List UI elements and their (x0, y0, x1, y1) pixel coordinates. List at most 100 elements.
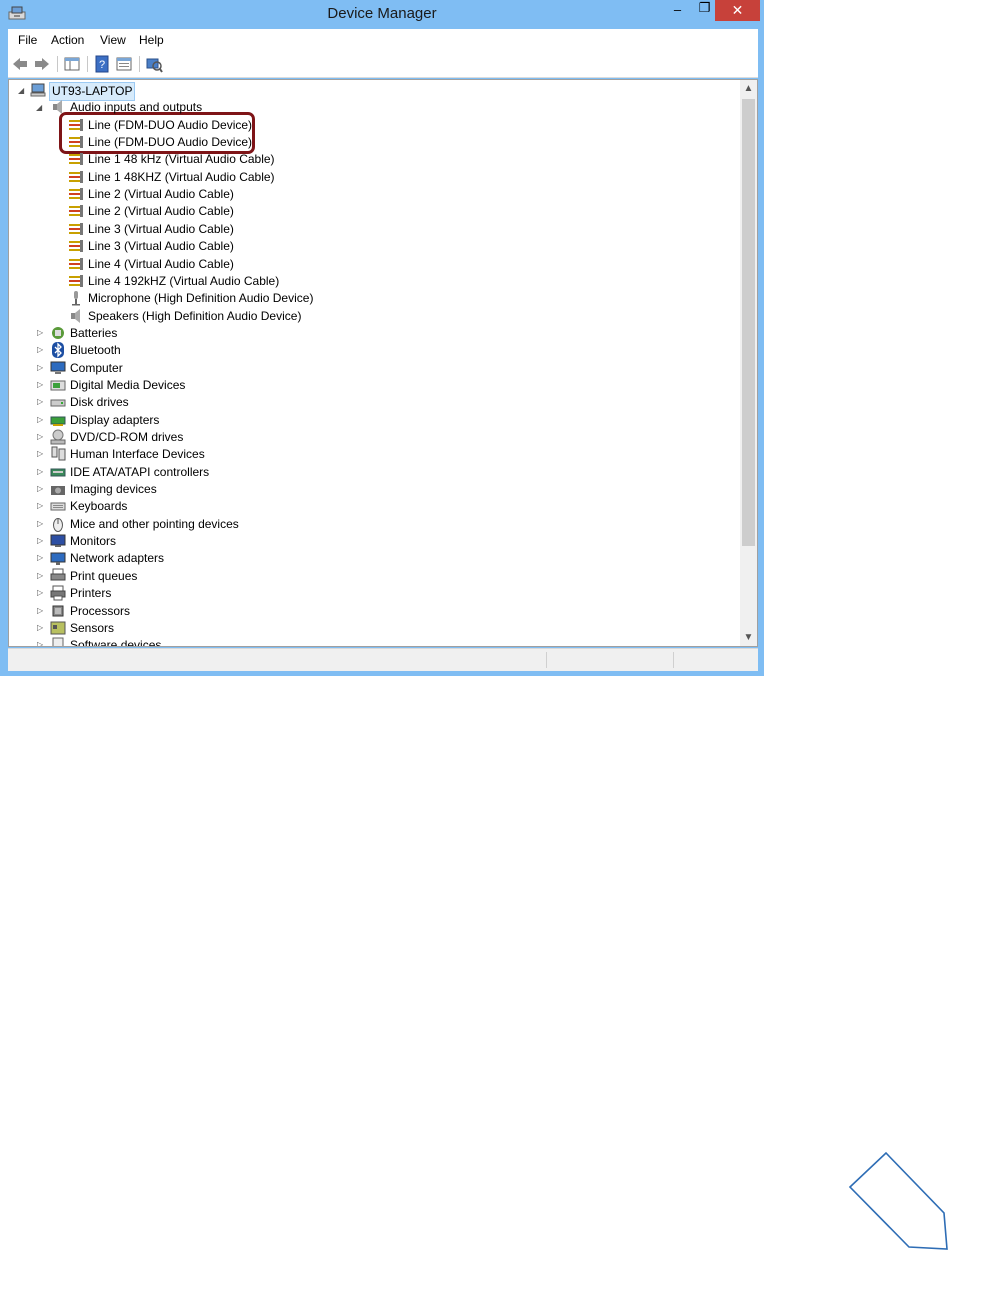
scroll-down-icon[interactable]: ▼ (740, 629, 757, 646)
device-tree[interactable]: ◢ UT93-LAPTOP ◢ Audio inputs and outputs… (8, 79, 758, 647)
expand-arrow-icon[interactable]: ▷ (37, 485, 45, 493)
category-label[interactable]: Imaging devices (70, 481, 157, 498)
expand-arrow-icon[interactable]: ▷ (37, 589, 45, 597)
category-label[interactable]: Display adapters (70, 412, 159, 429)
category-label[interactable]: Computer (70, 360, 123, 377)
category-label[interactable]: Monitors (70, 533, 116, 550)
tree-device-item[interactable]: Line 4 192kHZ (Virtual Audio Cable) (9, 273, 739, 290)
tree-root[interactable]: ◢ UT93-LAPTOP (9, 82, 739, 101)
scrollbar-thumb[interactable] (742, 99, 755, 546)
expand-arrow-icon[interactable]: ▷ (37, 502, 45, 510)
tree-category-item[interactable]: ▷ Human Interface Devices (9, 446, 739, 463)
category-label[interactable]: Human Interface Devices (70, 446, 205, 463)
device-label[interactable]: Line 1 48KHZ (Virtual Audio Cable) (88, 169, 275, 186)
tree-category-item[interactable]: ▷ Keyboards (9, 498, 739, 515)
tree-device-item[interactable]: Line 2 (Virtual Audio Cable) (9, 203, 739, 220)
tree-root-label[interactable]: UT93-LAPTOP (49, 82, 136, 101)
tree-device-item[interactable]: Line 2 (Virtual Audio Cable) (9, 186, 739, 203)
tree-category-item[interactable]: ▷ Computer (9, 360, 739, 377)
expand-arrow-icon[interactable]: ▷ (37, 433, 45, 441)
back-icon[interactable] (11, 55, 29, 73)
tree-category-item[interactable]: ▷ Print queues (9, 568, 739, 585)
tree-device-item[interactable]: Line 1 48 kHz (Virtual Audio Cable) (9, 151, 739, 168)
category-label[interactable]: Batteries (70, 325, 117, 342)
tree-device-item[interactable]: Line 1 48KHZ (Virtual Audio Cable) (9, 169, 739, 186)
menu-file[interactable]: File (18, 33, 37, 47)
show-hide-console-tree-icon[interactable] (63, 55, 81, 73)
expand-arrow-icon[interactable]: ▷ (37, 467, 45, 476)
expand-arrow-icon[interactable]: ▷ (37, 346, 45, 354)
expand-arrow-icon[interactable]: ▷ (37, 328, 45, 337)
category-label[interactable]: Bluetooth (70, 342, 121, 359)
tree-device-item[interactable]: Line 4 (Virtual Audio Cable) (9, 256, 739, 273)
tree-device-item[interactable]: Line (FDM-DUO Audio Device) (9, 117, 739, 134)
title-bar[interactable]: Device Manager – ❐ ✕ (0, 0, 764, 28)
tree-device-item[interactable]: Speakers (High Definition Audio Device) (9, 308, 739, 325)
device-label[interactable]: Speakers (High Definition Audio Device) (88, 308, 301, 325)
scan-hardware-icon[interactable] (145, 55, 163, 73)
tree-category-item[interactable]: ▷ Bluetooth (9, 342, 739, 359)
expand-arrow-icon[interactable]: ▷ (37, 398, 45, 406)
category-label[interactable]: Audio inputs and outputs (70, 99, 202, 116)
tree-category-item[interactable]: ▷ Monitors (9, 533, 739, 550)
expand-arrow-icon[interactable]: ▷ (37, 641, 45, 646)
close-button[interactable]: ✕ (715, 0, 760, 21)
category-label[interactable]: Network adapters (70, 550, 164, 567)
pencil-icon[interactable] (847, 1150, 950, 1253)
tree-category-item[interactable]: ▷ Processors (9, 603, 739, 620)
expand-arrow-icon[interactable]: ▷ (37, 571, 45, 580)
menu-help[interactable]: Help (139, 33, 164, 47)
tree-category-item[interactable]: ▷ Batteries (9, 325, 739, 342)
tree-device-item[interactable]: Line (FDM-DUO Audio Device) (9, 134, 739, 151)
device-label[interactable]: Line 1 48 kHz (Virtual Audio Cable) (88, 151, 275, 168)
expand-arrow-icon[interactable]: ▷ (37, 623, 45, 632)
expand-arrow-icon[interactable]: ▷ (37, 537, 45, 545)
expand-arrow-icon[interactable]: ▷ (37, 519, 45, 528)
expand-arrow-icon[interactable]: ▷ (37, 363, 45, 372)
vertical-scrollbar[interactable]: ▲ ▼ (740, 80, 757, 646)
category-label[interactable]: Keyboards (70, 498, 127, 515)
category-label[interactable]: DVD/CD-ROM drives (70, 429, 183, 446)
collapse-arrow-icon[interactable]: ◢ (18, 87, 26, 95)
tree-category-item[interactable]: ▷ Printers (9, 585, 739, 602)
device-label[interactable]: Line 3 (Virtual Audio Cable) (88, 238, 234, 255)
device-label[interactable]: Line 4 (Virtual Audio Cable) (88, 256, 234, 273)
menu-view[interactable]: View (100, 33, 126, 47)
device-label[interactable]: Line 2 (Virtual Audio Cable) (88, 186, 234, 203)
expand-arrow-icon[interactable]: ▷ (37, 606, 45, 615)
category-label[interactable]: Processors (70, 603, 130, 620)
tree-category-item[interactable]: ▷ Mice and other pointing devices (9, 516, 739, 533)
minimize-button[interactable]: – (664, 2, 691, 23)
tree-device-item[interactable]: Line 3 (Virtual Audio Cable) (9, 221, 739, 238)
device-label[interactable]: Line 2 (Virtual Audio Cable) (88, 203, 234, 220)
device-label[interactable]: Line 3 (Virtual Audio Cable) (88, 221, 234, 238)
expand-arrow-icon[interactable]: ▷ (37, 554, 45, 562)
tree-category-item[interactable]: ▷ Imaging devices (9, 481, 739, 498)
tree-category-item[interactable]: ▷ IDE ATA/ATAPI controllers (9, 464, 739, 481)
properties-icon[interactable] (115, 55, 133, 73)
tree-category-audio[interactable]: ◢ Audio inputs and outputs (9, 99, 739, 116)
category-label[interactable]: Sensors (70, 620, 114, 637)
device-label[interactable]: Line (FDM-DUO Audio Device) (88, 134, 252, 151)
tree-category-item[interactable]: ▷ Software devices (9, 637, 739, 646)
tree-category-item[interactable]: ▷ DVD/CD-ROM drives (9, 429, 739, 446)
tree-category-item[interactable]: ▷ Network adapters (9, 550, 739, 567)
category-label[interactable]: Mice and other pointing devices (70, 516, 239, 533)
expand-arrow-icon[interactable]: ▷ (37, 380, 45, 389)
device-label[interactable]: Microphone (High Definition Audio Device… (88, 290, 313, 307)
expand-arrow-icon[interactable]: ▷ (37, 450, 45, 458)
tree-category-item[interactable]: ▷ Sensors (9, 620, 739, 637)
maximize-button[interactable]: ❐ (691, 0, 718, 21)
category-label[interactable]: Software devices (70, 637, 161, 646)
tree-category-item[interactable]: ▷ Display adapters (9, 412, 739, 429)
expand-arrow-icon[interactable]: ▷ (37, 415, 45, 424)
tree-category-item[interactable]: ▷ Digital Media Devices (9, 377, 739, 394)
tree-device-item[interactable]: Line 3 (Virtual Audio Cable) (9, 238, 739, 255)
category-label[interactable]: Printers (70, 585, 111, 602)
category-label[interactable]: Digital Media Devices (70, 377, 185, 394)
category-label[interactable]: Disk drives (70, 394, 129, 411)
category-label[interactable]: Print queues (70, 568, 137, 585)
device-label[interactable]: Line 4 192kHZ (Virtual Audio Cable) (88, 273, 279, 290)
scroll-up-icon[interactable]: ▲ (740, 80, 757, 97)
device-label[interactable]: Line (FDM-DUO Audio Device) (88, 117, 252, 134)
